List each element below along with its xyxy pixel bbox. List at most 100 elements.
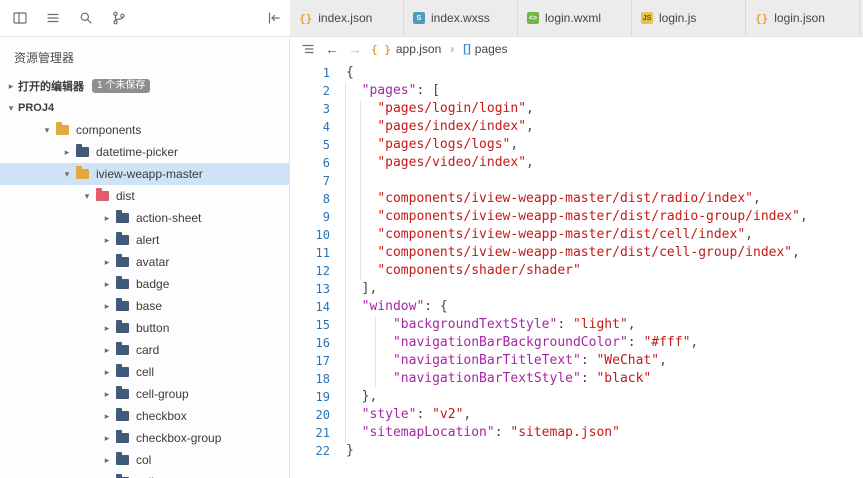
tree-item-alert[interactable]: ▸ alert — [0, 229, 289, 251]
tree-item-datetime-picker[interactable]: ▸ datetime-picker — [0, 141, 289, 163]
tree-item-cell-group[interactable]: ▸ cell-group — [0, 383, 289, 405]
forward-arrow-icon[interactable]: → — [348, 42, 362, 56]
code-line-19: 19 }, — [290, 388, 863, 406]
outline-icon[interactable] — [300, 41, 316, 57]
chevron-right-icon: ▸ — [104, 344, 110, 355]
folder-icon — [116, 386, 129, 399]
tree-item-collapse[interactable]: ▸collapse — [0, 471, 289, 478]
tab-index.wxss[interactable]: Sindex.wxss — [404, 0, 518, 36]
tree-item-col[interactable]: ▸ col — [0, 449, 289, 471]
line-number: 13 — [315, 282, 330, 296]
code-line-20: 20 "style": "v2", — [290, 406, 863, 424]
folder-icon — [116, 408, 129, 421]
line-number: 17 — [315, 354, 330, 368]
tree-item-label: card — [136, 343, 160, 357]
tree-item-avatar[interactable]: ▸ avatar — [0, 251, 289, 273]
open-editors-section[interactable]: ▸ 打开的编辑器 1 个未保存 — [0, 75, 289, 97]
tree-item-label: button — [136, 321, 170, 335]
chevron-right-icon: ▸ — [104, 432, 110, 443]
json-file-icon: {} — [755, 11, 769, 25]
code-line-text: } — [346, 443, 354, 458]
tab-label: index.json — [318, 11, 373, 25]
top-toolbar: {} index.json Sindex.wxss <> login.wxml JS log… — [0, 0, 863, 37]
breadcrumb: ← → { } app.json › [ ] pages — [290, 37, 863, 61]
tree-item-label: components — [76, 123, 142, 137]
tree-item-dist[interactable]: ▾ dist — [0, 185, 289, 207]
tree-item-checkbox[interactable]: ▸ checkbox — [0, 405, 289, 427]
code-line-13: 13 ], — [290, 280, 863, 298]
code-line-3: 3 "pages/login/login", — [290, 100, 863, 118]
folder-icon — [116, 298, 129, 311]
tree-item-cell[interactable]: ▸ cell — [0, 361, 289, 383]
tree-item-label: datetime-picker — [96, 145, 179, 159]
tab-login.wxml[interactable]: <> login.wxml — [518, 0, 632, 36]
chevron-right-icon: ▸ — [8, 80, 14, 91]
line-number: 10 — [315, 228, 330, 242]
code-line-5: 5 "pages/logs/logs", — [290, 136, 863, 154]
list-icon[interactable] — [45, 10, 61, 26]
tree-item-badge[interactable]: ▸ badge — [0, 273, 289, 295]
tab-bar: {} index.json Sindex.wxss <> login.wxml JS log… — [290, 0, 863, 36]
code-line-text: "components/iview-weapp-master/dist/radi… — [377, 191, 761, 206]
tab-label: login.json — [774, 11, 825, 25]
wxss-file-icon: S — [413, 12, 425, 24]
tree-item-base[interactable]: ▸ base — [0, 295, 289, 317]
line-number: 16 — [315, 336, 330, 350]
code-line-4: 4 "pages/index/index", — [290, 118, 863, 136]
code-line-text: "components/shader/shader" — [377, 263, 581, 278]
tree-item-iview-weapp-master[interactable]: ▾ iview-weapp-master — [0, 163, 289, 185]
tree-item-label: avatar — [136, 255, 170, 269]
tree-item-action-sheet[interactable]: ▸ action-sheet — [0, 207, 289, 229]
code-line-text: "navigationBarBackgroundColor": "#fff", — [392, 335, 699, 350]
line-number: 4 — [322, 120, 330, 134]
breadcrumb-node[interactable]: [ ] pages — [463, 42, 507, 56]
project-root[interactable]: ▾ PROJ4 — [0, 97, 289, 119]
tab-login.js[interactable]: JS login.js — [632, 0, 746, 36]
folder-icon — [56, 122, 69, 135]
line-number: 15 — [315, 318, 330, 332]
line-number: 8 — [322, 192, 330, 206]
indent-guide — [345, 82, 346, 442]
breadcrumb-node-label: pages — [474, 42, 508, 56]
panel-layout-icon[interactable] — [12, 10, 28, 26]
tree-item-button[interactable]: ▸ button — [0, 317, 289, 339]
array-node-icon: [ ] — [463, 43, 470, 55]
tab-label: login.js — [659, 11, 697, 25]
chevron-right-icon: ▸ — [104, 322, 110, 333]
tab-index.json[interactable]: {} index.json — [290, 0, 404, 36]
line-number: 20 — [315, 408, 330, 422]
git-branch-icon[interactable] — [111, 10, 127, 26]
project-name: PROJ4 — [18, 102, 55, 114]
code-line-text: "pages": [ — [361, 83, 440, 98]
back-arrow-icon[interactable]: ← — [325, 42, 339, 56]
tab-login.json[interactable]: {} login.json — [746, 0, 860, 36]
folder-icon — [116, 276, 129, 289]
code-line-7: 7 — [290, 172, 863, 190]
chevron-down-icon: ▾ — [8, 102, 14, 113]
unsaved-badge: 1 个未保存 — [92, 79, 151, 93]
chevron-right-icon: ▸ — [104, 256, 110, 267]
tree-item-components[interactable]: ▾ components — [0, 119, 289, 141]
search-icon[interactable] — [78, 10, 94, 26]
line-number: 7 — [322, 174, 330, 188]
tree-item-card[interactable]: ▸ card — [0, 339, 289, 361]
split-editor-icon[interactable] — [266, 10, 282, 26]
folder-icon — [116, 320, 129, 333]
tree-item-checkbox-group[interactable]: ▸ checkbox-group — [0, 427, 289, 449]
code-line-9: 9 "components/iview-weapp-master/dist/ra… — [290, 208, 863, 226]
tree-item-label: checkbox-group — [136, 431, 222, 445]
code-line-21: 21 "sitemapLocation": "sitemap.json" — [290, 424, 863, 442]
breadcrumb-file[interactable]: { } app.json — [371, 42, 441, 56]
wxml-file-icon: <> — [527, 12, 539, 24]
line-number: 18 — [315, 372, 330, 386]
toolbar-icon-group — [0, 0, 290, 36]
code-area[interactable]: 1{2 "pages": [3 "pages/login/login", 4 "p… — [290, 61, 863, 478]
line-number: 1 — [322, 66, 330, 80]
tree-item-label: dist — [116, 189, 135, 203]
chevron-right-icon: ▸ — [104, 454, 110, 465]
explorer-sidebar: 资源管理器 ▸ 打开的编辑器 1 个未保存 ▾ PROJ4 ▾ component… — [0, 37, 290, 478]
code-line-text: "components/iview-weapp-master/dist/cell… — [377, 227, 753, 242]
code-line-text: ], — [346, 281, 378, 296]
folder-icon — [116, 254, 129, 267]
